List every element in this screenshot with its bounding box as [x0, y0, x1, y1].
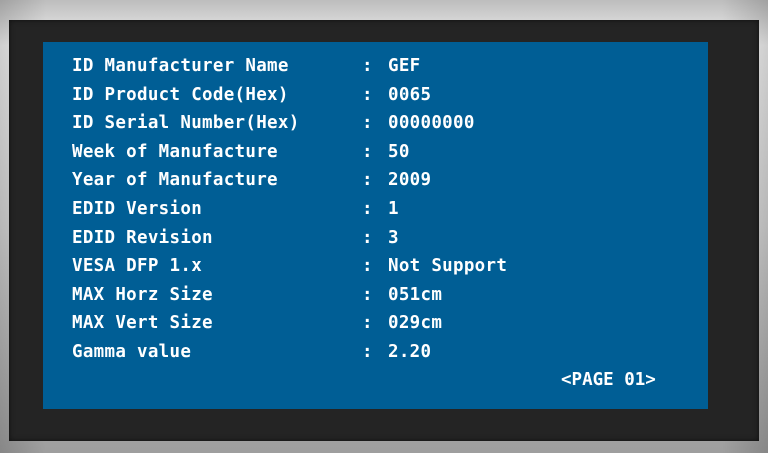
row-value: 2009	[388, 170, 432, 191]
row-label: EDID Revision	[72, 227, 213, 248]
row-value: 2.20	[388, 341, 432, 362]
row-label: ID Serial Number(Hex)	[72, 113, 300, 134]
row-vesa-dfp: VESA DFP 1.x: Not Support	[72, 252, 507, 281]
row-value: 3	[388, 227, 399, 248]
row-value: 029cm	[388, 313, 443, 334]
row-max-horz-size: MAX Horz Size:051cm	[72, 281, 507, 310]
row-label: MAX Horz Size	[72, 284, 213, 305]
row-separator: :	[362, 256, 373, 277]
row-id-product-code: ID Product Code(Hex):0065	[72, 81, 507, 110]
row-id-serial-number: ID Serial Number(Hex):00000000	[72, 109, 507, 138]
row-label: ID Manufacturer Name	[72, 56, 289, 76]
row-value: 1	[388, 198, 399, 219]
page-indicator: <PAGE 01>	[561, 370, 656, 390]
row-label: EDID Version	[72, 198, 203, 219]
row-max-vert-size: MAX Vert Size:029cm	[72, 309, 507, 338]
row-separator: :	[362, 198, 373, 219]
row-value: Not Support	[388, 256, 508, 277]
row-year-of-manufacture: Year of Manufacture:2009	[72, 166, 507, 195]
row-separator: :	[362, 170, 373, 191]
edid-info-list: ID Manufacturer Name: GEF ID Product Code…	[72, 52, 507, 367]
row-separator: :	[362, 313, 373, 334]
row-separator: :	[362, 284, 373, 305]
edid-info-screen: ID Manufacturer Name: GEF ID Product Code…	[43, 42, 708, 409]
row-value: 00000000	[388, 113, 475, 134]
row-edid-revision: EDID Revision:3	[72, 224, 507, 253]
row-separator: :	[362, 341, 373, 362]
row-week-of-manufacture: Week of Manufacture:50	[72, 138, 507, 167]
row-value: 50	[388, 141, 410, 162]
row-label: MAX Vert Size	[72, 313, 213, 334]
row-edid-version: EDID Version:1	[72, 195, 507, 224]
row-label: Gamma value	[72, 341, 192, 362]
row-value: GEF	[388, 56, 421, 76]
row-gamma-value: Gamma value:2.20	[72, 338, 507, 367]
row-value: 051cm	[388, 284, 443, 305]
row-separator: :	[362, 141, 373, 162]
row-label: Year of Manufacture	[72, 170, 278, 191]
row-label: Week of Manufacture	[72, 141, 278, 162]
row-separator: :	[362, 113, 373, 134]
row-separator: :	[362, 56, 373, 76]
row-value: 0065	[388, 84, 432, 105]
row-id-manufacturer-name: ID Manufacturer Name: GEF	[72, 52, 507, 81]
row-label: ID Product Code(Hex)	[72, 84, 289, 105]
row-separator: :	[362, 84, 373, 105]
row-label: VESA DFP 1.x	[72, 256, 203, 277]
row-separator: :	[362, 227, 373, 248]
